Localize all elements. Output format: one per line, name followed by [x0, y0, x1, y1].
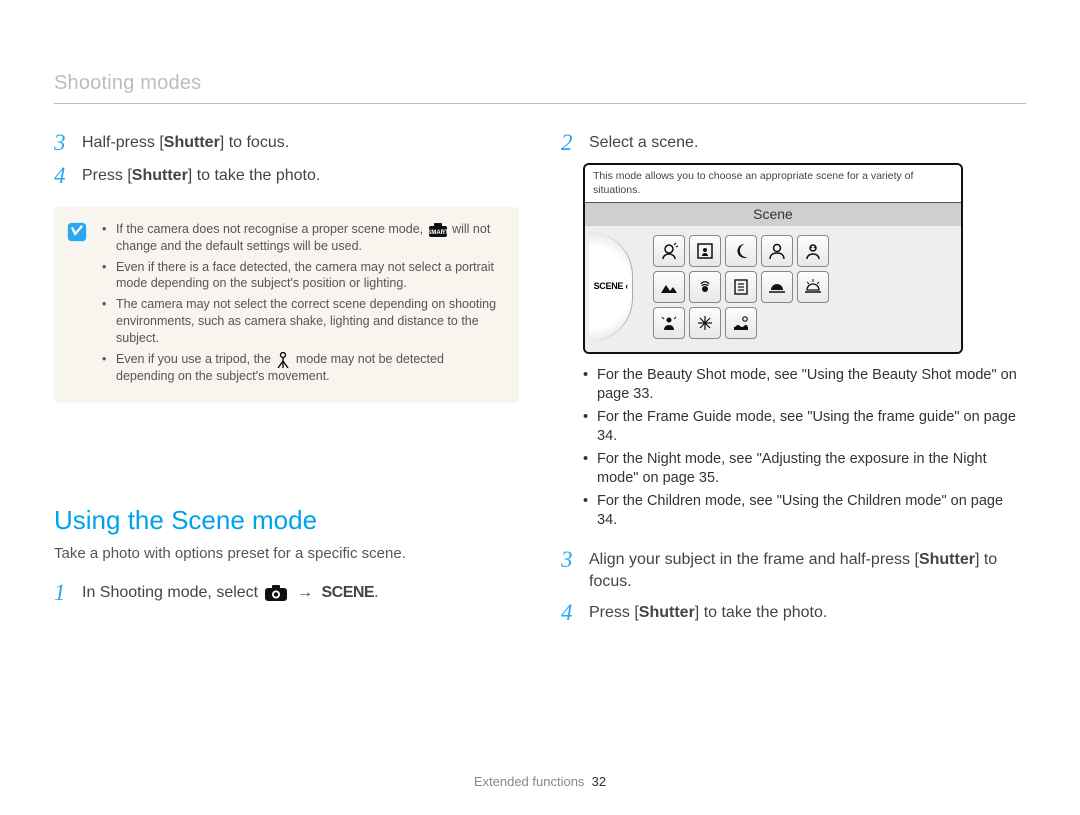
- text: Press [: [82, 167, 132, 184]
- text: Press [: [589, 604, 639, 621]
- step-text: Press [Shutter] to take the photo.: [589, 600, 827, 625]
- page-footer: Extended functions 32: [0, 773, 1080, 791]
- step-number: 4: [54, 163, 72, 188]
- text: If the camera does not recognise a prope…: [116, 222, 427, 236]
- text: Even if you use a tripod, the: [116, 352, 274, 366]
- portrait-icon: [761, 235, 793, 267]
- ref-children: For the Children mode, see "Using the Ch…: [583, 492, 1026, 531]
- scene-word-icon: SCENE: [321, 584, 374, 601]
- note-item-2: Even if there is a face detected, the ca…: [102, 259, 501, 293]
- step-number: 3: [561, 547, 579, 592]
- text: ] to take the photo.: [695, 604, 828, 621]
- step-text: In Shooting mode, select → SCENE.: [82, 580, 379, 605]
- header-rule: [54, 103, 1026, 104]
- right-step-3: 3 Align your subject in the frame and ha…: [561, 547, 1026, 592]
- dial-label: SCENE ‹: [594, 280, 628, 292]
- text: ] to focus.: [220, 134, 289, 151]
- scene-icon-grid: [653, 235, 865, 339]
- sunset-icon: [761, 271, 793, 303]
- children-icon: [797, 235, 829, 267]
- right-step-2: 2 Select a scene.: [561, 130, 1026, 155]
- closeup-icon: [689, 271, 721, 303]
- step-text: Half-press [Shutter] to focus.: [82, 130, 289, 155]
- beach-snow-icon: [725, 307, 757, 339]
- backlight-icon: [653, 307, 685, 339]
- step-number: 3: [54, 130, 72, 155]
- right-step-4: 4 Press [Shutter] to take the photo.: [561, 600, 1026, 625]
- landscape-icon: [653, 271, 685, 303]
- beauty-shot-icon: [653, 235, 685, 267]
- night-icon: [725, 235, 757, 267]
- text: Align your subject in the frame and half…: [589, 551, 919, 568]
- lcd-description: This mode allows you to choose an approp…: [585, 165, 961, 202]
- ref-beauty-shot: For the Beauty Shot mode, see "Using the…: [583, 366, 1026, 405]
- shutter-key: Shutter: [164, 134, 220, 151]
- note-item-3: The camera may not select the correct sc…: [102, 296, 501, 347]
- shutter-key: Shutter: [639, 604, 695, 621]
- dawn-icon: [797, 271, 829, 303]
- info-icon: [66, 221, 88, 243]
- scene-lcd-screenshot: This mode allows you to choose an approp…: [583, 163, 963, 353]
- right-column: 2 Select a scene. This mode allows you t…: [561, 130, 1026, 634]
- arrow-icon: →: [297, 584, 313, 601]
- svg-text:SMART: SMART: [429, 230, 447, 236]
- scene-mode-heading: Using the Scene mode: [54, 503, 519, 538]
- left-step-4: 4 Press [Shutter] to take the photo.: [54, 163, 519, 188]
- step-number: 4: [561, 600, 579, 625]
- mode-references: For the Beauty Shot mode, see "Using the…: [561, 366, 1026, 532]
- text: In Shooting mode, select: [82, 584, 263, 601]
- header-breadcrumb: Shooting modes: [54, 70, 1026, 97]
- footer-section: Extended functions: [474, 774, 585, 789]
- step-text: Align your subject in the frame and half…: [589, 547, 1026, 592]
- firework-icon: [689, 307, 721, 339]
- scene-mode-subtext: Take a photo with options preset for a s…: [54, 544, 519, 564]
- step-number: 1: [54, 580, 72, 605]
- note-item-4: Even if you use a tripod, the mode may n…: [102, 351, 501, 385]
- text: ] to take the photo.: [188, 167, 321, 184]
- text: Half-press [: [82, 134, 164, 151]
- left-column: 3 Half-press [Shutter] to focus. 4 Press…: [54, 130, 519, 634]
- step-text: Press [Shutter] to take the photo.: [82, 163, 320, 188]
- lcd-title-bar: Scene: [585, 203, 961, 226]
- note-box: If the camera does not recognise a prope…: [54, 207, 519, 403]
- text-icon: [725, 271, 757, 303]
- camera-icon: [265, 582, 287, 604]
- left-step-3: 3 Half-press [Shutter] to focus.: [54, 130, 519, 155]
- tripod-icon: [276, 351, 290, 368]
- page-number: 32: [592, 774, 606, 789]
- shutter-key: Shutter: [132, 167, 188, 184]
- left-scene-step-1: 1 In Shooting mode, select → SCENE.: [54, 580, 519, 605]
- mode-dial: SCENE ‹: [589, 232, 633, 342]
- smart-auto-icon: SMART: [429, 221, 447, 238]
- frame-guide-icon: [689, 235, 721, 267]
- ref-night: For the Night mode, see "Adjusting the e…: [583, 450, 1026, 489]
- note-item-1: If the camera does not recognise a prope…: [102, 221, 501, 255]
- shutter-key: Shutter: [919, 551, 975, 568]
- step-number: 2: [561, 130, 579, 155]
- step-text: Select a scene.: [589, 130, 698, 155]
- text: .: [374, 584, 378, 601]
- ref-frame-guide: For the Frame Guide mode, see "Using the…: [583, 408, 1026, 447]
